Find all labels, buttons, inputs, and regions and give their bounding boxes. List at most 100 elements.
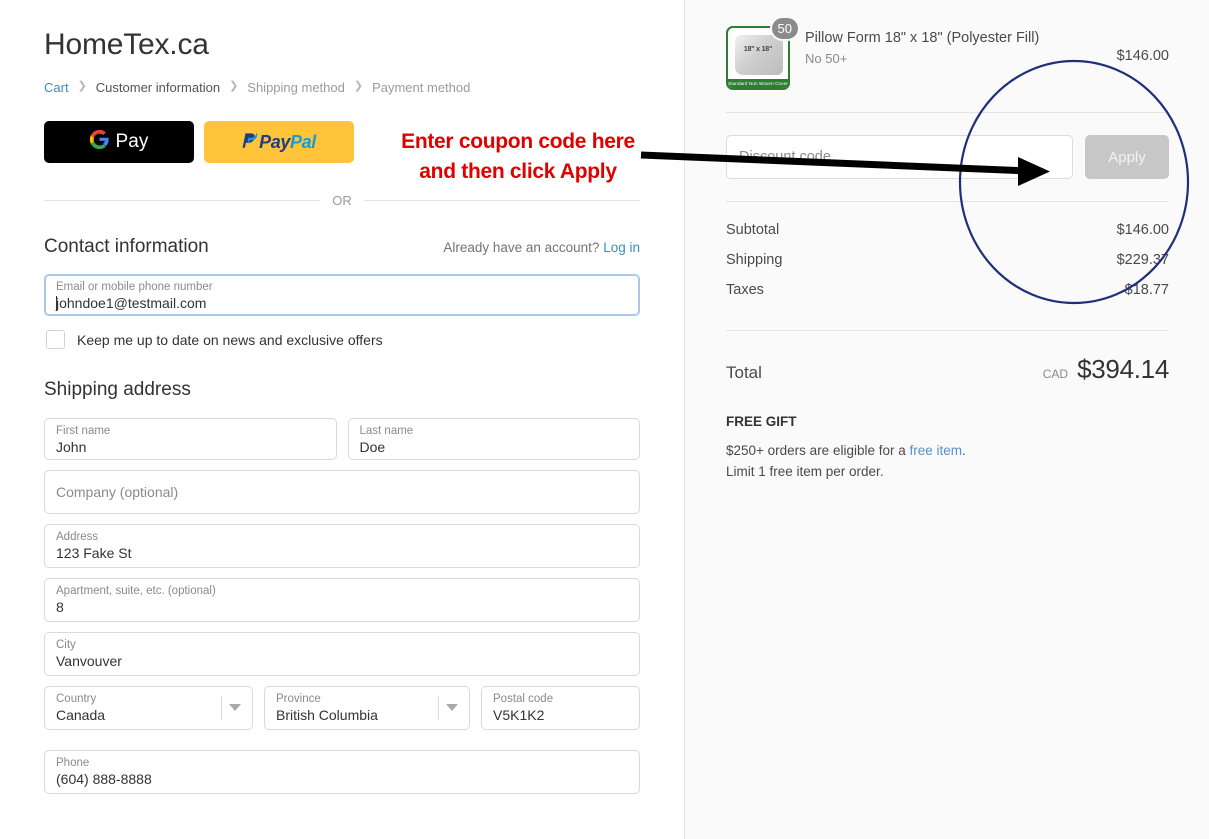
phone-label: Phone — [56, 757, 90, 769]
grand-total-amount-group: CAD $394.14 — [1042, 354, 1170, 385]
first-name-label: First name — [56, 425, 111, 437]
email-field-label: Email or mobile phone number — [56, 281, 213, 293]
chevron-down-icon[interactable] — [446, 704, 458, 711]
province-value: British Columbia — [276, 707, 378, 723]
annotation-line-1: Enter coupon code here — [401, 130, 635, 153]
shipping-row: Shipping $229.37 — [726, 252, 1169, 268]
newsletter-checkbox-row[interactable]: Keep me up to date on news and exclusive… — [46, 330, 640, 349]
checkout-form-column: HomeTex.ca Cart ❯ Customer information ❯… — [0, 0, 684, 839]
country-select[interactable]: Country Canada — [44, 686, 253, 730]
paypal-label-pay: Pay — [259, 131, 290, 152]
paypal-label-pal: Pal — [290, 131, 316, 152]
or-divider: OR — [44, 193, 640, 208]
chevron-right-icon: ❯ — [353, 80, 364, 92]
chevron-right-icon: ❯ — [229, 80, 239, 92]
breadcrumb-item-shipping-method[interactable]: Shipping method — [247, 80, 345, 95]
company-placeholder: Company (optional) — [56, 484, 179, 500]
postal-code-value: V5K1K2 — [493, 707, 545, 723]
province-label: Province — [276, 693, 321, 705]
address-label: Address — [56, 531, 99, 543]
contact-information-title: Contact information — [44, 236, 209, 257]
order-summary-column: 18" x 18" Standard Non Woven Cover 50 Pi… — [684, 0, 1209, 839]
first-name-value: John — [56, 439, 87, 455]
discount-code-input[interactable]: Discount code — [726, 135, 1073, 179]
country-value: Canada — [56, 707, 106, 723]
divider-line-right — [363, 200, 640, 201]
chevron-down-icon[interactable] — [229, 704, 241, 711]
discount-row: Discount code Apply — [726, 113, 1169, 201]
pillow-image — [735, 35, 783, 75]
google-pay-button[interactable]: Pay — [44, 121, 194, 163]
last-name-field[interactable]: Last name Doe — [347, 418, 640, 460]
country-select-divider — [221, 696, 222, 720]
line-item-price: $146.00 — [1116, 48, 1169, 64]
paypal-icon — [242, 130, 259, 155]
free-gift-text-before: $250+ orders are eligible for a — [726, 443, 910, 458]
email-field[interactable]: Email or mobile phone number johndoe1@te… — [44, 274, 640, 316]
taxes-value: $18.77 — [1124, 282, 1169, 298]
email-field-value: johndoe1@testmail.com — [56, 295, 207, 311]
last-name-label: Last name — [359, 425, 414, 437]
company-field[interactable]: Company (optional) — [44, 470, 640, 514]
province-select[interactable]: Province British Columbia — [264, 686, 470, 730]
shipping-value: $229.37 — [1116, 252, 1169, 268]
free-gift-line-1: $250+ orders are eligible for a free ite… — [726, 440, 1169, 461]
postal-code-label: Postal code — [493, 693, 554, 705]
pillow-size-text: 18" x 18" — [743, 46, 773, 53]
newsletter-label: Keep me up to date on news and exclusive… — [77, 331, 383, 348]
subtotal-row: Subtotal $146.00 — [726, 222, 1169, 238]
chevron-right-icon: ❯ — [77, 80, 87, 92]
country-label: Country — [56, 693, 97, 705]
free-gift-title: FREE GIFT — [726, 414, 797, 429]
currency-code: CAD — [1042, 367, 1069, 381]
postal-code-field[interactable]: Postal code V5K1K2 — [481, 686, 640, 730]
grand-total-label: Total — [726, 363, 762, 382]
checkout-page: HomeTex.ca Cart ❯ Customer information ❯… — [0, 0, 1209, 839]
first-name-field[interactable]: First name John — [44, 418, 337, 460]
breadcrumb: Cart ❯ Customer information ❯ Shipping m… — [44, 80, 640, 95]
apartment-value: 8 — [56, 599, 64, 615]
breadcrumb-item-cart[interactable]: Cart — [44, 80, 69, 95]
paypal-label: PayPal — [259, 132, 316, 153]
free-gift-section: FREE GIFT $250+ orders are eligible for … — [726, 385, 1169, 482]
grand-total-row: Total CAD $394.14 — [726, 331, 1169, 385]
annotation-line-2: and then click Apply — [419, 160, 617, 183]
city-value: Vanvouver — [56, 653, 122, 669]
divider-line-left — [44, 200, 321, 201]
product-thumbnail-wrap: 18" x 18" Standard Non Woven Cover 50 — [726, 16, 800, 90]
free-item-link[interactable]: free item — [910, 443, 963, 458]
shipping-address-title: Shipping address — [44, 379, 191, 400]
apartment-label: Apartment, suite, etc. (optional) — [56, 585, 216, 597]
line-item-info: Pillow Form 18" x 18" (Polyester Fill) N… — [805, 26, 1102, 66]
account-prompt: Already have an account? Log in — [443, 240, 640, 255]
google-pay-label: Pay — [115, 131, 149, 152]
taxes-label: Taxes — [726, 282, 764, 298]
grand-total-amount: $394.14 — [1077, 354, 1169, 384]
paypal-button[interactable]: PayPal — [204, 121, 354, 163]
subtotal-value: $146.00 — [1116, 222, 1169, 238]
phone-field[interactable]: Phone (604) 888-8888 — [44, 750, 640, 794]
city-label: City — [56, 639, 76, 651]
shipping-label: Shipping — [726, 252, 783, 268]
phone-value: (604) 888-8888 — [56, 771, 152, 787]
address-field[interactable]: Address 123 Fake St — [44, 524, 640, 568]
or-label: OR — [332, 193, 352, 208]
free-gift-line-2: Limit 1 free item per order. — [726, 464, 884, 479]
province-select-divider — [438, 696, 439, 720]
name-row: First name John Last name Doe — [44, 418, 640, 470]
google-g-icon — [89, 129, 110, 155]
city-field[interactable]: City Vanvouver — [44, 632, 640, 676]
newsletter-checkbox[interactable] — [46, 330, 65, 349]
breadcrumb-item-payment-method[interactable]: Payment method — [372, 80, 470, 95]
quantity-badge: 50 — [769, 16, 800, 41]
page-title: HomeTex.ca — [44, 28, 209, 61]
line-item-title: Pillow Form 18" x 18" (Polyester Fill) — [805, 30, 1040, 46]
order-line-item: 18" x 18" Standard Non Woven Cover 50 Pi… — [726, 16, 1169, 112]
subtotal-label: Subtotal — [726, 222, 780, 238]
free-gift-text-after: . — [962, 443, 966, 458]
log-in-link[interactable]: Log in — [603, 240, 640, 255]
pillow-cover-banner: Standard Non Woven Cover — [728, 79, 788, 88]
breadcrumb-item-customer-information[interactable]: Customer information — [96, 80, 220, 95]
apartment-field[interactable]: Apartment, suite, etc. (optional) 8 — [44, 578, 640, 622]
apply-discount-button[interactable]: Apply — [1085, 135, 1169, 179]
